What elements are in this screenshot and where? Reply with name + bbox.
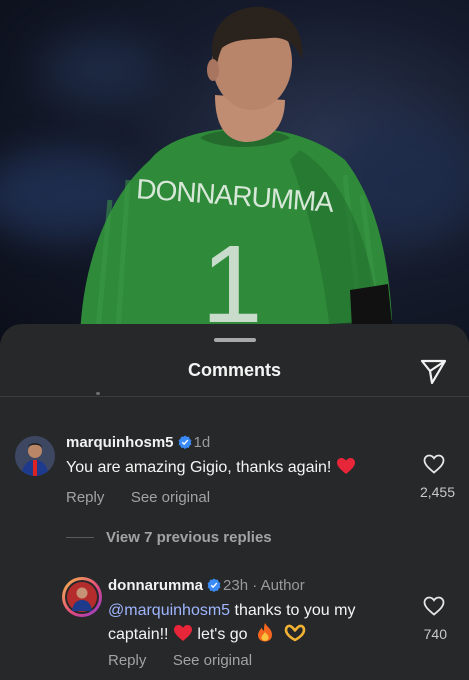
reply-button[interactable]: Reply [66, 489, 104, 506]
reply-time: 23h [223, 577, 249, 594]
reply-username[interactable]: donnarumma [108, 577, 203, 594]
avatar-image [65, 580, 99, 614]
see-original-button[interactable]: See original [173, 652, 252, 669]
comment-text: You are amazing Gigio, thanks again! [66, 459, 332, 476]
comment-time: 1d [193, 434, 211, 451]
reply-header: donnarumma 23h · Author [108, 577, 305, 595]
reply-actions: Reply See original [108, 652, 252, 670]
meta-separator: · [248, 577, 261, 594]
sheet-title: Comments [187, 360, 281, 380]
scroll-indicator [96, 392, 100, 395]
avatar-image [15, 436, 55, 476]
header-divider [0, 396, 469, 397]
like-count: 2,455 [419, 484, 455, 500]
reply-button[interactable]: Reply [108, 652, 146, 669]
share-icon[interactable] [418, 356, 448, 386]
red-heart-emoji-icon [173, 625, 192, 641]
view-replies-toggle[interactable]: View 7 previous replies [66, 529, 272, 547]
mention-link[interactable]: @marquinhosm5 [108, 602, 230, 619]
reply-text: let's go [192, 626, 248, 643]
player-figure: DONNARUMMA 1 [80, 6, 392, 346]
comment-actions: Reply See original [66, 489, 210, 507]
view-replies-label: View 7 previous replies [106, 529, 272, 546]
avatar[interactable] [15, 436, 55, 476]
heart-hands-emoji-icon [285, 624, 306, 642]
see-original-button[interactable]: See original [131, 489, 210, 506]
comment-text-line: You are amazing Gigio, thanks again! [66, 457, 356, 479]
reply-text-line-1: @marquinhosm5 thanks to you my [108, 600, 355, 622]
author-label: Author [260, 577, 305, 594]
reply-text: captain!! [108, 626, 169, 643]
replies-line [66, 537, 94, 539]
red-heart-emoji-icon [336, 458, 355, 474]
verified-badge-icon [207, 578, 221, 592]
reply-text: thanks to you my [230, 602, 356, 619]
verified-badge-icon [178, 435, 191, 449]
comment-username[interactable]: marquinhosm5 [66, 434, 174, 451]
like-count: 740 [423, 626, 447, 642]
comments-sheet: Comments marquinhosm5 1d You are amazing … [0, 324, 469, 680]
comment-header: marquinhosm5 1d [66, 434, 210, 452]
avatar[interactable] [62, 577, 102, 617]
drag-handle[interactable] [214, 338, 256, 342]
post-image: DONNARUMMA 1 [0, 0, 469, 360]
like-heart-icon[interactable] [423, 454, 445, 474]
fire-emoji-icon [258, 623, 273, 642]
like-heart-icon[interactable] [423, 596, 445, 616]
reply-text-line-2: captain!! let's go [108, 622, 306, 646]
